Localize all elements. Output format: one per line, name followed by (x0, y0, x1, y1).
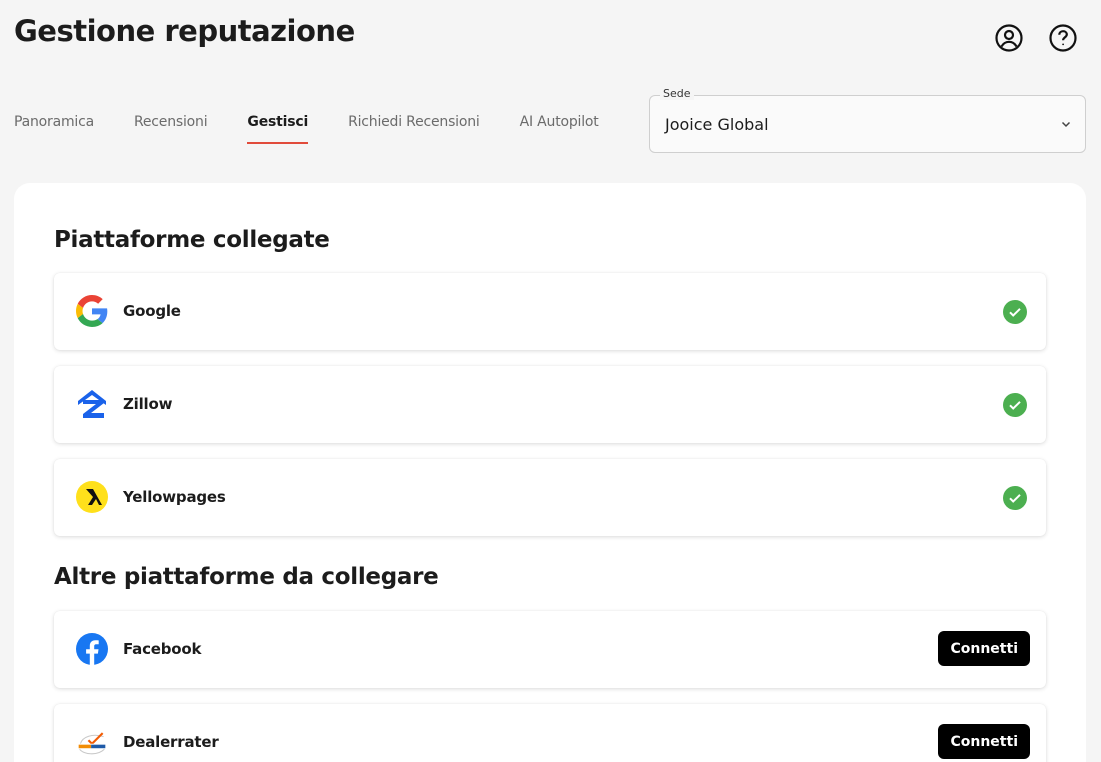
platform-row-facebook: Facebook Connetti (54, 611, 1046, 688)
platform-row-yellowpages: Yellowpages (54, 459, 1046, 536)
platform-name: Yellowpages (123, 488, 226, 506)
location-value: Jooice Global (665, 115, 769, 134)
connect-dealerrater-button[interactable]: Connetti (938, 724, 1030, 759)
tab-panoramica[interactable]: Panoramica (14, 114, 94, 144)
platforms-card: Piattaforme collegate Google Zillow Yell… (14, 183, 1086, 762)
help-circle-icon[interactable] (1047, 22, 1079, 54)
tab-bar: Panoramica Recensioni Gestisci Richiedi … (14, 114, 639, 144)
page: Gestione reputazione Panoramica Recensio… (0, 0, 1101, 762)
available-section-title: Altre piattaforme da collegare (54, 564, 439, 590)
platform-row-zillow: Zillow (54, 366, 1046, 443)
tab-gestisci[interactable]: Gestisci (247, 114, 308, 144)
connected-check-icon (1003, 486, 1027, 510)
facebook-logo-icon (76, 633, 108, 665)
connected-check-icon (1003, 393, 1027, 417)
zillow-logo-icon (76, 388, 108, 420)
user-circle-icon[interactable] (993, 22, 1025, 54)
platform-name: Zillow (123, 395, 173, 413)
connected-check-icon (1003, 300, 1027, 324)
platform-name: Dealerrater (123, 733, 219, 751)
platform-name: Google (123, 302, 181, 320)
connected-section-title: Piattaforme collegate (54, 227, 330, 253)
google-logo-icon (76, 295, 108, 327)
tab-richiedi-recensioni[interactable]: Richiedi Recensioni (348, 114, 480, 144)
platform-row-google: Google (54, 273, 1046, 350)
platform-name: Facebook (123, 640, 202, 658)
location-label: Sede (660, 87, 694, 100)
dealerrater-logo-icon (76, 726, 108, 758)
yellowpages-logo-icon (76, 481, 108, 513)
connect-facebook-button[interactable]: Connetti (938, 631, 1030, 666)
tab-ai-autopilot[interactable]: AI Autopilot (520, 114, 599, 144)
location-select[interactable]: Sede Jooice Global (649, 87, 1086, 153)
top-icons (993, 22, 1079, 54)
page-title: Gestione reputazione (14, 14, 355, 48)
chevron-down-icon (1061, 121, 1071, 128)
tab-recensioni[interactable]: Recensioni (134, 114, 208, 144)
platform-row-dealerrater: Dealerrater Connetti (54, 704, 1046, 762)
